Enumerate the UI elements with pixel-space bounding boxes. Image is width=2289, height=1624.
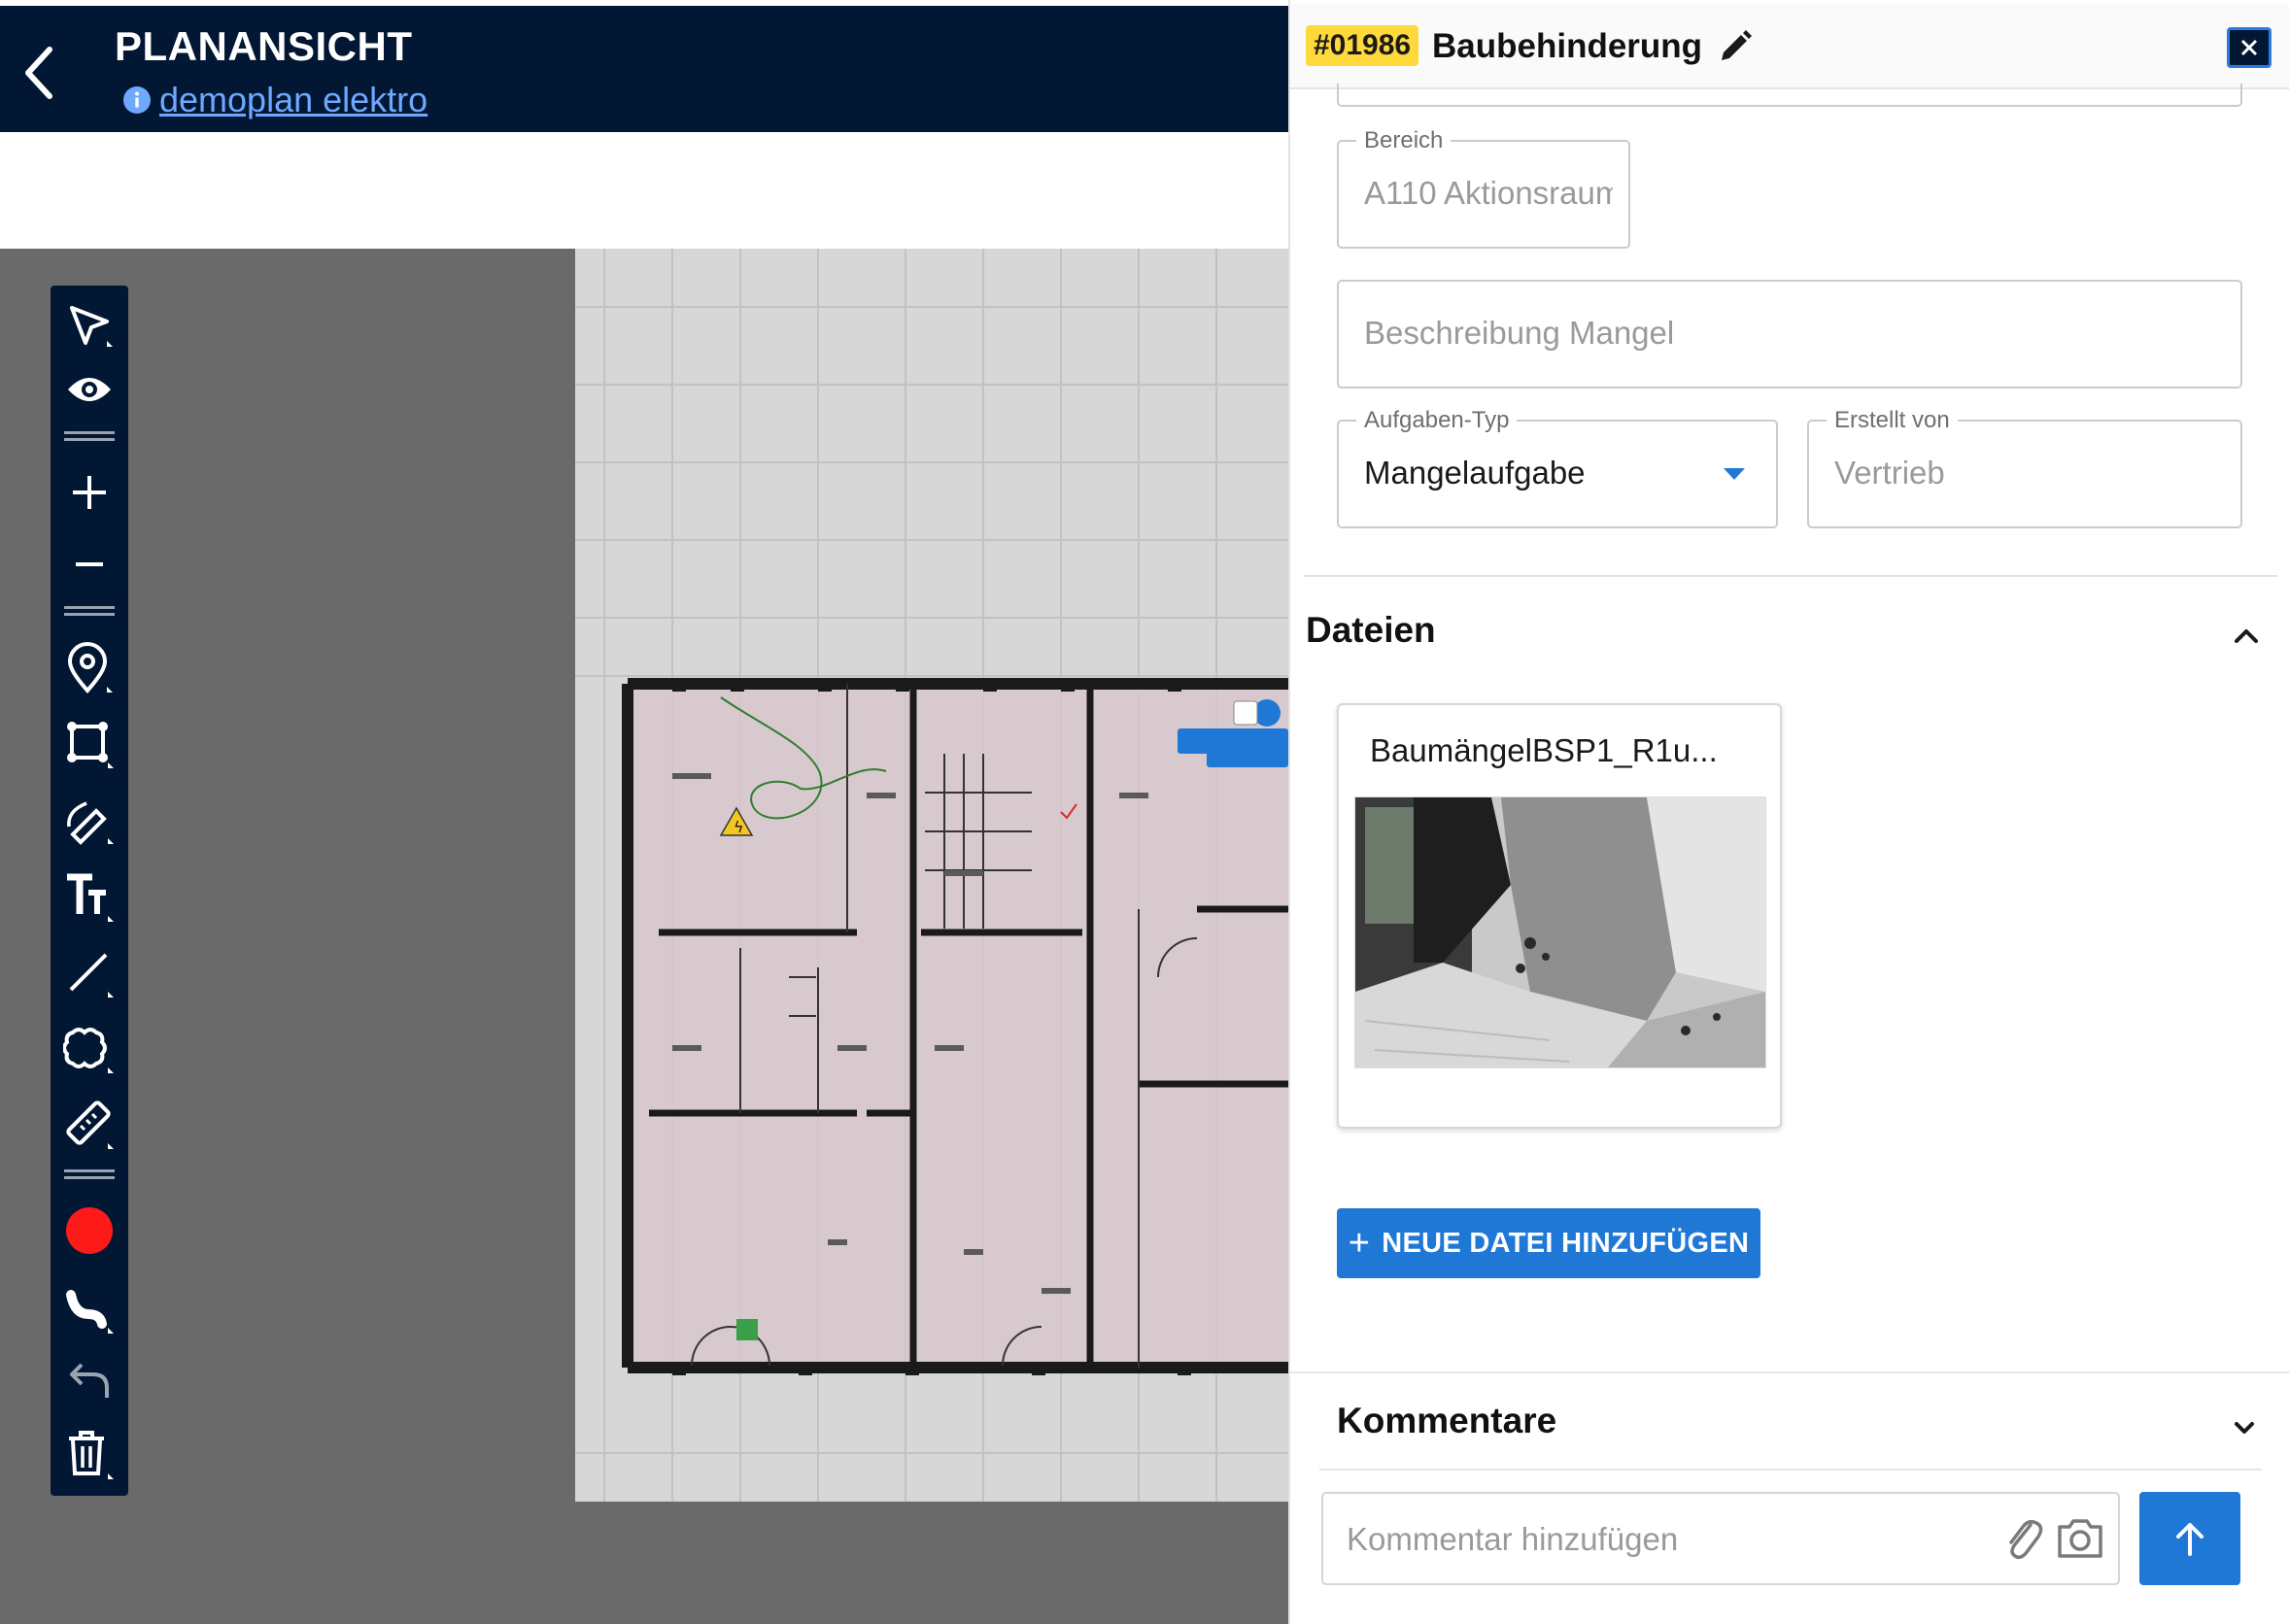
file-card[interactable]: BaumängelBSP1_R1u... — [1337, 703, 1782, 1129]
pin-tool-button[interactable] — [51, 637, 128, 701]
previous-field[interactable] — [1337, 84, 2242, 107]
zoom-in-button[interactable] — [51, 460, 128, 524]
toolbar-divider — [64, 606, 115, 616]
zoom-out-button[interactable] — [51, 532, 128, 596]
aufgaben-typ-value: Mangelaufgabe — [1364, 455, 1586, 491]
cursor-arrow-icon — [70, 306, 113, 347]
comment-input[interactable]: Kommentar hinzufügen — [1321, 1492, 2120, 1585]
task-header: #01986 Baubehinderung — [1290, 4, 2289, 89]
plus-icon: + — [1348, 1222, 1371, 1264]
bereich-value: A110 Aktionsraum — [1364, 175, 1613, 211]
rectangle-tool-button[interactable] — [51, 713, 128, 777]
map-pin-icon — [67, 642, 113, 694]
measure-tool-button[interactable] — [51, 1092, 128, 1156]
section-divider — [1319, 1469, 2262, 1471]
color-swatch-icon — [66, 1207, 113, 1254]
edit-pencil-icon[interactable] — [1716, 27, 1755, 66]
plus-icon — [73, 476, 106, 509]
bereich-label: Bereich — [1356, 127, 1452, 154]
bereich-field[interactable]: Bereich A110 Aktionsraum — [1337, 127, 1630, 249]
chevron-left-icon — [25, 47, 52, 99]
camera-icon[interactable] — [2054, 1511, 2106, 1564]
trash-icon — [69, 1431, 114, 1479]
close-icon — [2240, 39, 2258, 56]
info-icon — [123, 86, 151, 114]
ruler-icon — [66, 1100, 114, 1149]
text-size-icon — [67, 873, 114, 922]
send-comment-button[interactable] — [2139, 1492, 2240, 1585]
plan-canvas[interactable]: ϟ — [0, 249, 1288, 1624]
task-id-badge: #01986 — [1306, 25, 1419, 66]
pen-tool-button[interactable] — [51, 789, 128, 853]
files-section-title: Dateien — [1306, 610, 1436, 650]
app-header: PLANANSICHT demoplan elektro — [0, 6, 1288, 132]
eye-icon — [68, 378, 111, 401]
comments-section-title: Kommentare — [1337, 1401, 1557, 1440]
chevron-down-icon[interactable] — [2223, 1406, 2266, 1449]
photo-thumbnail-image — [1355, 797, 1765, 1067]
undo-icon — [70, 1363, 109, 1398]
file-thumbnail — [1354, 796, 1766, 1068]
add-file-label: NEUE DATEI HINZUFÜGEN — [1382, 1227, 1750, 1259]
erstellt-von-value: Vertrieb — [1834, 455, 1945, 491]
dropdown-arrow-icon — [1724, 468, 1745, 480]
drawing-toolbar — [51, 286, 128, 1496]
file-name: BaumängelBSP1_R1u... — [1370, 732, 1718, 768]
plan-toolbar-area — [0, 132, 1288, 249]
section-divider — [1304, 575, 2277, 577]
select-tool-button[interactable] — [51, 293, 128, 357]
chevron-up-icon[interactable] — [2225, 614, 2268, 657]
minus-icon — [76, 562, 103, 566]
cloud-shape-icon — [63, 1028, 114, 1073]
aufgaben-typ-select[interactable]: Aufgaben-Typ Mangelaufgabe — [1337, 407, 1778, 528]
aufgaben-typ-label: Aufgaben-Typ — [1356, 407, 1518, 434]
undo-button[interactable] — [51, 1348, 128, 1412]
stroke-style-button[interactable] — [51, 1276, 128, 1340]
text-tool-button[interactable] — [51, 864, 128, 929]
erstellt-von-field[interactable]: Erstellt von Vertrieb — [1807, 407, 2242, 528]
cloud-tool-button[interactable] — [51, 1016, 128, 1080]
beschreibung-placeholder: Beschreibung Mangel — [1364, 315, 1675, 351]
erstellt-von-label: Erstellt von — [1827, 407, 1958, 434]
toolbar-divider — [64, 1169, 115, 1179]
add-file-button[interactable]: + NEUE DATEI HINZUFÜGEN — [1337, 1208, 1760, 1278]
stroke-width-icon — [66, 1290, 114, 1334]
back-button[interactable] — [14, 39, 64, 107]
close-panel-button[interactable] — [2227, 27, 2272, 68]
pen-draw-icon — [67, 801, 114, 845]
beschreibung-field[interactable]: Beschreibung Mangel — [1337, 280, 2242, 389]
task-detail-panel: #01986 Baubehinderung Bereich A110 Aktio… — [1288, 0, 2289, 1624]
line-icon — [69, 953, 114, 998]
plan-link-row: demoplan elektro — [122, 80, 427, 120]
svg-text:ϟ: ϟ — [734, 818, 744, 836]
floor-plan-drawing: ϟ — [575, 249, 1288, 1502]
line-tool-button[interactable] — [51, 940, 128, 1004]
arrow-up-icon — [2176, 1523, 2204, 1556]
delete-button[interactable] — [51, 1422, 128, 1486]
task-title: Baubehinderung — [1432, 27, 1703, 65]
page-title: PLANANSICHT — [115, 23, 413, 69]
comment-placeholder: Kommentar hinzufügen — [1347, 1521, 1679, 1557]
paperclip-icon[interactable] — [2001, 1513, 2044, 1564]
floor-plan[interactable]: ϟ — [575, 249, 1288, 1502]
plan-name-link[interactable]: demoplan elektro — [159, 80, 427, 120]
color-picker-button[interactable] — [51, 1199, 128, 1263]
section-divider — [1290, 1371, 2289, 1373]
toolbar-divider — [64, 431, 115, 441]
rectangle-select-icon — [67, 722, 114, 768]
visibility-toggle-button[interactable] — [51, 357, 128, 422]
